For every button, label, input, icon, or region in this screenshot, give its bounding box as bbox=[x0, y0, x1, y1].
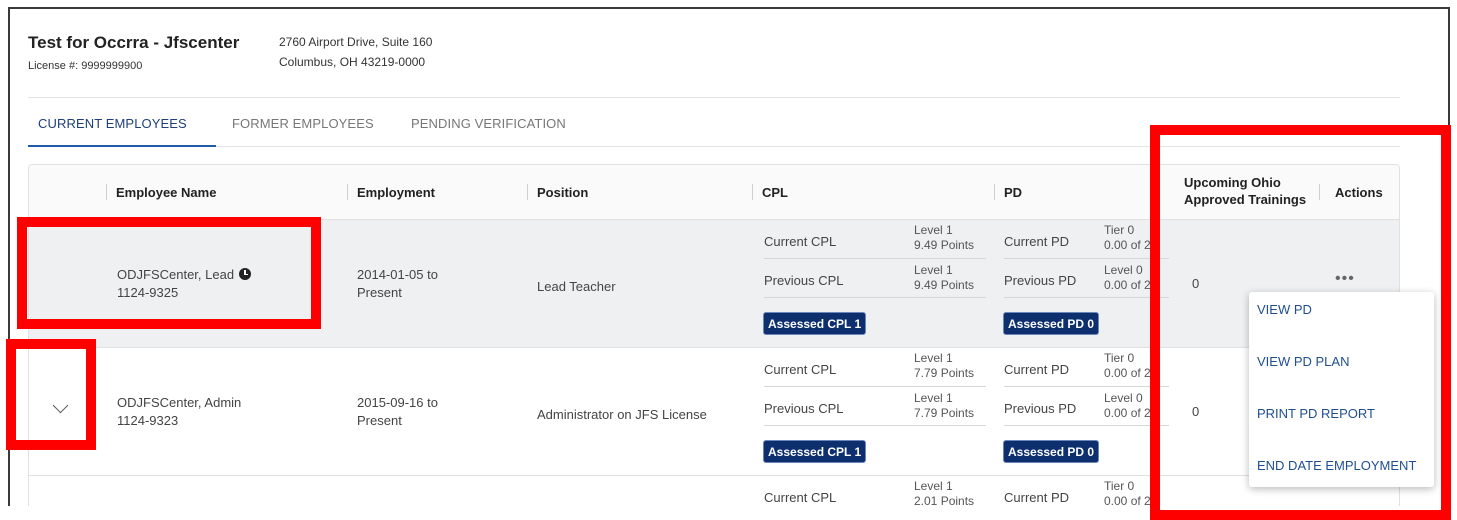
previous-cpl-label: Previous CPL bbox=[764, 401, 844, 416]
employee-tabs: CURRENT EMPLOYEES FORMER EMPLOYEES PENDI… bbox=[28, 97, 1400, 147]
current-pd-tier: Tier 0 bbox=[1104, 479, 1135, 493]
divider bbox=[764, 258, 986, 259]
divider bbox=[764, 297, 986, 298]
previous-cpl-points: 7.79 Points bbox=[914, 406, 975, 420]
header-upcoming-line2: Approved Trainings bbox=[1184, 192, 1307, 207]
current-pd-tier: Tier 0 bbox=[1104, 351, 1135, 365]
current-cpl-points: 7.79 Points bbox=[914, 366, 975, 380]
table-header: Employee Name Employment Position CPL PD… bbox=[29, 165, 1399, 220]
assessed-cpl-badge[interactable]: Assessed CPL 1 bbox=[763, 312, 867, 335]
previous-pd-level: Level 0 bbox=[1104, 263, 1143, 277]
current-cpl-points: 9.49 Points bbox=[914, 238, 975, 252]
actions-menu: VIEW PD VIEW PD PLAN PRINT PD REPORT END… bbox=[1249, 292, 1434, 487]
previous-pd-level: Level 0 bbox=[1104, 391, 1143, 405]
previous-pd-value: 0.00 of 20 bbox=[1104, 278, 1158, 292]
position: Lead Teacher bbox=[537, 279, 616, 294]
current-cpl-label: Current CPL bbox=[764, 490, 837, 505]
divider bbox=[1004, 258, 1169, 259]
previous-pd-label: Previous PD bbox=[1004, 273, 1077, 288]
upcoming-trainings-count: 0 bbox=[1192, 404, 1200, 419]
clock-icon bbox=[239, 268, 252, 280]
tab-former-employees[interactable]: FORMER EMPLOYEES bbox=[232, 116, 374, 131]
current-pd-value: 0.00 of 20 bbox=[1104, 366, 1158, 380]
employment-end: Present bbox=[357, 413, 402, 428]
column-separator bbox=[106, 184, 107, 200]
employee-name[interactable]: ODJFSCenter, Admin bbox=[117, 394, 241, 412]
divider bbox=[764, 425, 986, 426]
table-row: ODJFSCenter, Lead 1124-9325 2014-01-05 t… bbox=[29, 220, 1399, 348]
active-tab-indicator bbox=[28, 145, 216, 147]
assessed-pd-badge[interactable]: Assessed PD 0 bbox=[1003, 312, 1100, 335]
header-employee-name[interactable]: Employee Name bbox=[116, 185, 216, 200]
menu-item-end-date-employment[interactable]: END DATE EMPLOYMENT bbox=[1257, 458, 1416, 473]
header-upcoming-line1: Upcoming Ohio bbox=[1184, 175, 1281, 190]
employee-name-cell[interactable]: ODJFSCenter, Lead bbox=[117, 266, 252, 284]
column-separator bbox=[994, 184, 995, 200]
current-cpl-label: Current CPL bbox=[764, 362, 837, 377]
tab-pending-verification[interactable]: PENDING VERIFICATION bbox=[411, 116, 566, 131]
current-cpl-level: Level 1 bbox=[914, 479, 953, 493]
current-pd-value: 0.00 of 20 bbox=[1104, 238, 1158, 252]
more-horizontal-icon[interactable]: ••• bbox=[1335, 270, 1355, 288]
divider bbox=[764, 386, 986, 387]
employee-id: 1124-9325 bbox=[117, 285, 179, 300]
previous-cpl-level: Level 1 bbox=[914, 391, 953, 405]
license-number: License #: 9999999900 bbox=[28, 60, 143, 72]
address-line-1: 2760 Airport Drive, Suite 160 bbox=[279, 35, 433, 49]
previous-pd-label: Previous PD bbox=[1004, 401, 1077, 416]
tab-current-employees[interactable]: CURRENT EMPLOYEES bbox=[38, 116, 187, 131]
menu-item-view-pd-plan[interactable]: VIEW PD PLAN bbox=[1257, 354, 1349, 369]
current-pd-label: Current PD bbox=[1004, 234, 1070, 249]
current-cpl-label: Current CPL bbox=[764, 234, 837, 249]
assessed-pd-badge[interactable]: Assessed PD 0 bbox=[1003, 440, 1100, 463]
current-pd-tier: Tier 0 bbox=[1104, 223, 1135, 237]
current-pd-value: 0.00 of 20 bbox=[1104, 494, 1158, 506]
previous-cpl-label: Previous CPL bbox=[764, 273, 844, 288]
table-row: ODJFSCenter, Admin 1124-9323 2015-09-16 … bbox=[29, 348, 1399, 476]
column-separator bbox=[347, 184, 348, 200]
previous-cpl-level: Level 1 bbox=[914, 263, 953, 277]
column-separator bbox=[752, 184, 753, 200]
current-pd-label: Current PD bbox=[1004, 490, 1070, 505]
employment-end: Present bbox=[357, 285, 402, 300]
header-position[interactable]: Position bbox=[537, 185, 588, 200]
current-pd-label: Current PD bbox=[1004, 362, 1070, 377]
assessed-cpl-badge[interactable]: Assessed CPL 1 bbox=[763, 440, 867, 463]
column-separator bbox=[527, 184, 528, 200]
employee-name: ODJFSCenter, Lead bbox=[117, 267, 235, 282]
menu-item-view-pd[interactable]: VIEW PD bbox=[1257, 302, 1312, 317]
employees-table: Employee Name Employment Position CPL PD… bbox=[28, 164, 1400, 506]
upcoming-trainings-count: 0 bbox=[1192, 276, 1200, 291]
divider bbox=[1004, 297, 1169, 298]
chevron-down-icon[interactable] bbox=[52, 397, 69, 414]
column-separator bbox=[1319, 184, 1320, 200]
employment-start: 2014-01-05 to bbox=[357, 267, 438, 282]
previous-cpl-points: 9.49 Points bbox=[914, 278, 975, 292]
employment-start: 2015-09-16 to bbox=[357, 395, 438, 410]
employee-management-panel: Test for Occrra - Jfscenter License #: 9… bbox=[8, 7, 1450, 506]
header-cpl[interactable]: CPL bbox=[762, 185, 788, 200]
header-employment[interactable]: Employment bbox=[357, 185, 435, 200]
header-upcoming-trainings[interactable]: Upcoming Ohio Approved Trainings bbox=[1184, 174, 1306, 208]
current-cpl-level: Level 1 bbox=[914, 223, 953, 237]
position: Administrator on JFS License bbox=[537, 407, 707, 422]
menu-item-print-pd-report[interactable]: PRINT PD REPORT bbox=[1257, 406, 1375, 421]
divider bbox=[1004, 386, 1169, 387]
table-row: Current CPL Level 1 2.01 Points Current … bbox=[29, 476, 1399, 506]
center-name: Test for Occrra - Jfscenter bbox=[28, 33, 240, 52]
address-line-2: Columbus, OH 43219-0000 bbox=[279, 55, 426, 69]
previous-pd-value: 0.00 of 20 bbox=[1104, 406, 1158, 420]
header-pd[interactable]: PD bbox=[1004, 185, 1022, 200]
employee-id: 1124-9323 bbox=[117, 413, 179, 428]
divider bbox=[1004, 425, 1169, 426]
header-actions: Actions bbox=[1335, 185, 1383, 200]
current-cpl-level: Level 1 bbox=[914, 351, 953, 365]
current-cpl-points: 2.01 Points bbox=[914, 494, 975, 506]
